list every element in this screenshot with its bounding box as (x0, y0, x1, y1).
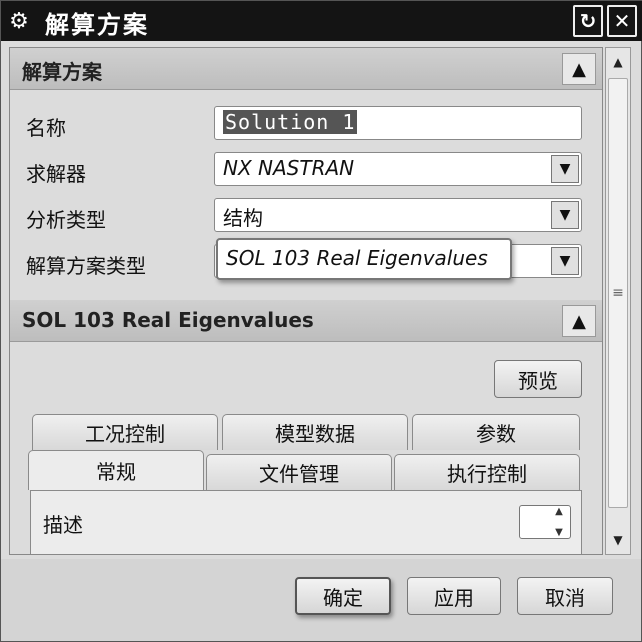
chevron-down-icon[interactable]: ▼ (551, 201, 579, 229)
preview-button[interactable]: 预览 (494, 360, 582, 398)
scroll-up-icon[interactable]: ▲ (608, 50, 628, 74)
reset-button[interactable]: ↻ (573, 5, 603, 37)
chevron-down-icon[interactable]: ▼ (551, 155, 579, 183)
gear-icon[interactable]: ⚙ (1, 1, 37, 41)
solution-dialog: ⚙ 解算方案 ↻ ✕ 解算方案 ▲ 名称 Solution 1 求解器 NX N… (0, 0, 642, 642)
name-field[interactable]: Solution 1 (214, 106, 582, 140)
collapse-icon[interactable]: ▲ (562, 305, 596, 337)
tab-case-control[interactable]: 工况控制 (32, 414, 218, 450)
close-button[interactable]: ✕ (607, 5, 637, 37)
apply-button[interactable]: 应用 (407, 577, 501, 615)
section-header-solution[interactable]: 解算方案 ▲ (10, 48, 602, 90)
spin-down-icon[interactable]: ▼ (555, 527, 563, 538)
scroll-thumb[interactable]: ≡ (608, 78, 628, 508)
dialog-content: 解算方案 ▲ 名称 Solution 1 求解器 NX NASTRAN ▼ 分析… (9, 47, 603, 555)
name-label: 名称 (26, 116, 66, 140)
description-field[interactable]: ▲ ▼ (519, 505, 571, 539)
section-header-sol103[interactable]: SOL 103 Real Eigenvalues ▲ (10, 300, 602, 342)
section-title-sol103: SOL 103 Real Eigenvalues (22, 308, 314, 332)
cancel-button[interactable]: 取消 (517, 577, 613, 615)
vertical-scrollbar[interactable]: ▲ ≡ ▼ (605, 47, 631, 555)
solver-value: NX NASTRAN (223, 156, 355, 180)
tab-panel-general: 描述 ▲ ▼ (30, 490, 582, 554)
chevron-down-icon[interactable]: ▼ (551, 247, 579, 275)
tab-model-data[interactable]: 模型数据 (222, 414, 408, 450)
section-title-solution: 解算方案 (22, 60, 102, 84)
analysis-type-select[interactable]: 结构 ▼ (214, 198, 582, 232)
solution-type-label: 解算方案类型 (26, 254, 146, 278)
name-value: Solution 1 (223, 110, 358, 134)
collapse-icon[interactable]: ▲ (562, 53, 596, 85)
solver-select[interactable]: NX NASTRAN ▼ (214, 152, 582, 186)
analysis-type-label: 分析类型 (26, 208, 106, 232)
scroll-down-icon[interactable]: ▼ (608, 528, 628, 552)
grip-icon: ≡ (612, 285, 624, 301)
tab-general[interactable]: 常规 (28, 450, 204, 490)
dialog-title: 解算方案 (45, 11, 149, 39)
title-bar: ⚙ 解算方案 ↻ ✕ (1, 1, 642, 41)
tab-file-management[interactable]: 文件管理 (206, 454, 392, 490)
spin-up-icon[interactable]: ▲ (555, 506, 563, 517)
solver-label: 求解器 (26, 162, 86, 186)
tab-executive-control[interactable]: 执行控制 (394, 454, 580, 490)
analysis-type-value: 结构 (223, 206, 263, 230)
spinner[interactable]: ▲ ▼ (548, 506, 570, 538)
ok-button[interactable]: 确定 (295, 577, 391, 615)
tab-parameters[interactable]: 参数 (412, 414, 580, 450)
solution-type-value[interactable]: SOL 103 Real Eigenvalues (216, 238, 512, 280)
dialog-footer: 确定 应用 取消 (1, 559, 641, 641)
description-label: 描述 (43, 513, 83, 537)
